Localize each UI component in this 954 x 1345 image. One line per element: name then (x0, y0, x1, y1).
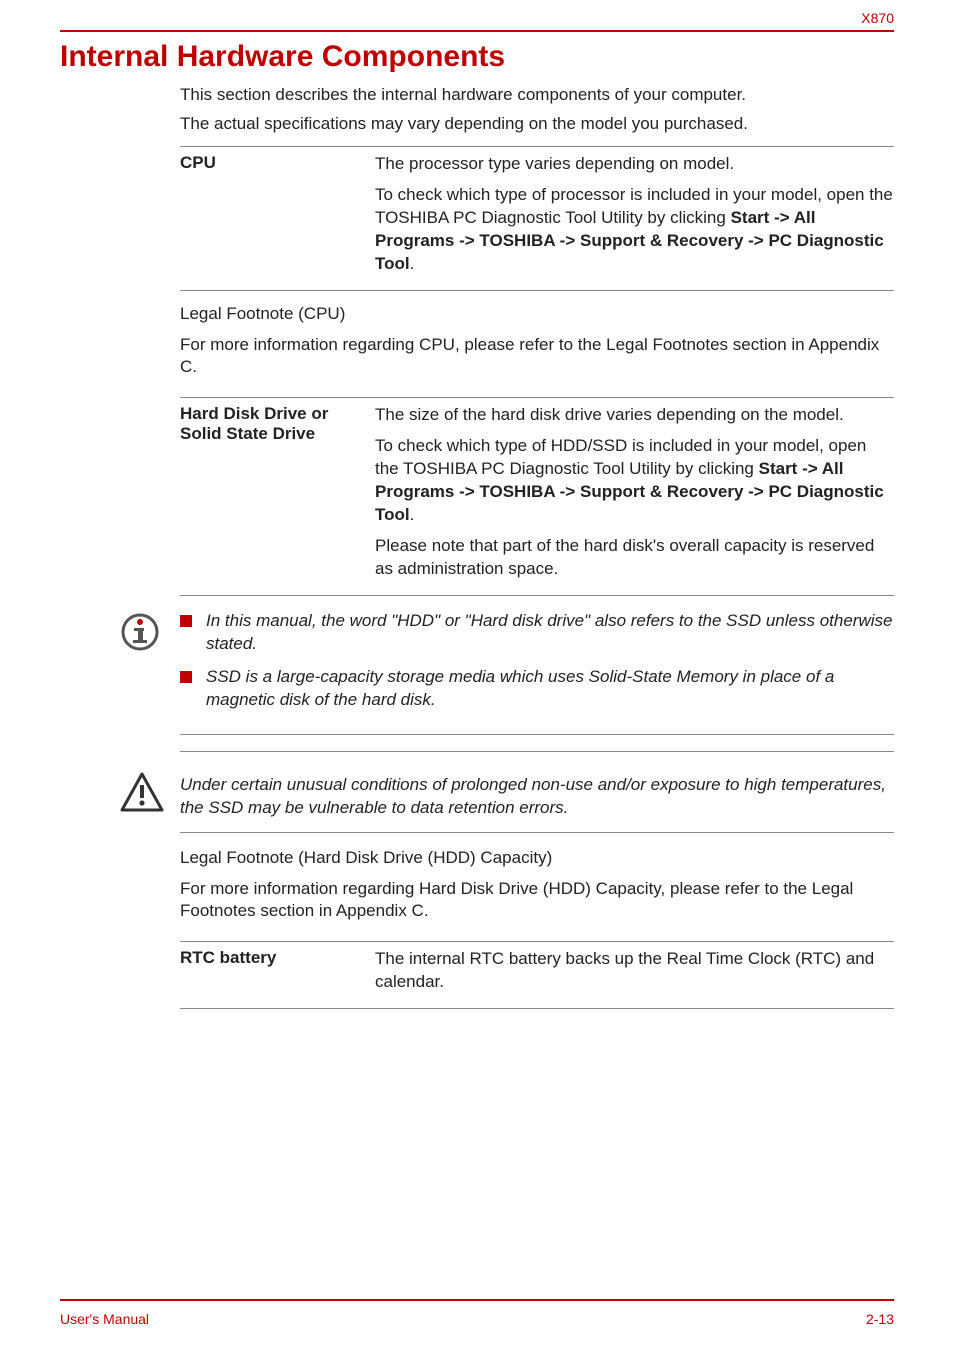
info-note-body: In this manual, the word "HDD" or "Hard … (180, 610, 894, 722)
caution-icon (120, 770, 180, 812)
divider (180, 595, 894, 596)
list-item: In this manual, the word "HDD" or "Hard … (180, 610, 894, 656)
divider (180, 146, 894, 147)
caution-text: Under certain unusual conditions of prol… (180, 770, 894, 820)
red-square-bullet-icon (180, 615, 192, 627)
info-icon (120, 610, 180, 652)
spec-label-cpu: CPU (180, 153, 375, 284)
divider (180, 1008, 894, 1009)
divider (180, 832, 894, 833)
spec-label-hdd: Hard Disk Drive or Solid State Drive (180, 404, 375, 589)
spec-text: Please note that part of the hard disk's… (375, 535, 894, 581)
spec-label-rtc: RTC battery (180, 948, 375, 1002)
footer-page-number: 2-13 (866, 1311, 894, 1327)
legal-text: For more information regarding Hard Disk… (180, 878, 894, 924)
spec-text-part: . (410, 505, 415, 524)
note-text: In this manual, the word "HDD" or "Hard … (206, 610, 894, 656)
section-title: Internal Hardware Components (60, 40, 894, 74)
spec-rtc: RTC battery The internal RTC battery bac… (180, 941, 894, 1009)
divider (180, 397, 894, 398)
spec-text-part: . (410, 254, 415, 273)
spec-desc-rtc: The internal RTC battery backs up the Re… (375, 948, 894, 1002)
legal-cpu-block: Legal Footnote (CPU) For more informatio… (180, 303, 894, 380)
list-item: SSD is a large-capacity storage media wh… (180, 666, 894, 712)
legal-text: For more information regarding CPU, plea… (180, 334, 894, 380)
spec-text: The internal RTC battery backs up the Re… (375, 948, 894, 994)
spec-text: To check which type of HDD/SSD is includ… (375, 435, 894, 527)
spec-hdd: Hard Disk Drive or Solid State Drive The… (180, 397, 894, 596)
note-text: SSD is a large-capacity storage media wh… (206, 666, 894, 712)
red-square-bullet-icon (180, 671, 192, 683)
intro-paragraph: This section describes the internal hard… (180, 84, 894, 107)
spec-cpu: CPU The processor type varies depending … (180, 146, 894, 291)
intro-paragraph: The actual specifications may vary depen… (180, 113, 894, 136)
spec-text: To check which type of processor is incl… (375, 184, 894, 276)
divider (180, 734, 894, 735)
header-model-label: X870 (861, 10, 894, 26)
header-divider (60, 30, 894, 32)
divider (180, 751, 894, 752)
divider (180, 290, 894, 291)
divider (180, 941, 894, 942)
footer-manual-label: User's Manual (60, 1311, 149, 1327)
intro-block: This section describes the internal hard… (180, 84, 894, 136)
spec-desc-hdd: The size of the hard disk drive varies d… (375, 404, 894, 589)
spec-text: The size of the hard disk drive varies d… (375, 404, 894, 427)
legal-title: Legal Footnote (Hard Disk Drive (HDD) Ca… (180, 847, 894, 870)
spec-text: The processor type varies depending on m… (375, 153, 894, 176)
info-note-block: In this manual, the word "HDD" or "Hard … (120, 610, 894, 722)
caution-note-block: Under certain unusual conditions of prol… (120, 770, 894, 820)
spec-desc-cpu: The processor type varies depending on m… (375, 153, 894, 284)
legal-title: Legal Footnote (CPU) (180, 303, 894, 326)
footer-divider (60, 1299, 894, 1301)
legal-hdd-block: Legal Footnote (Hard Disk Drive (HDD) Ca… (180, 847, 894, 924)
